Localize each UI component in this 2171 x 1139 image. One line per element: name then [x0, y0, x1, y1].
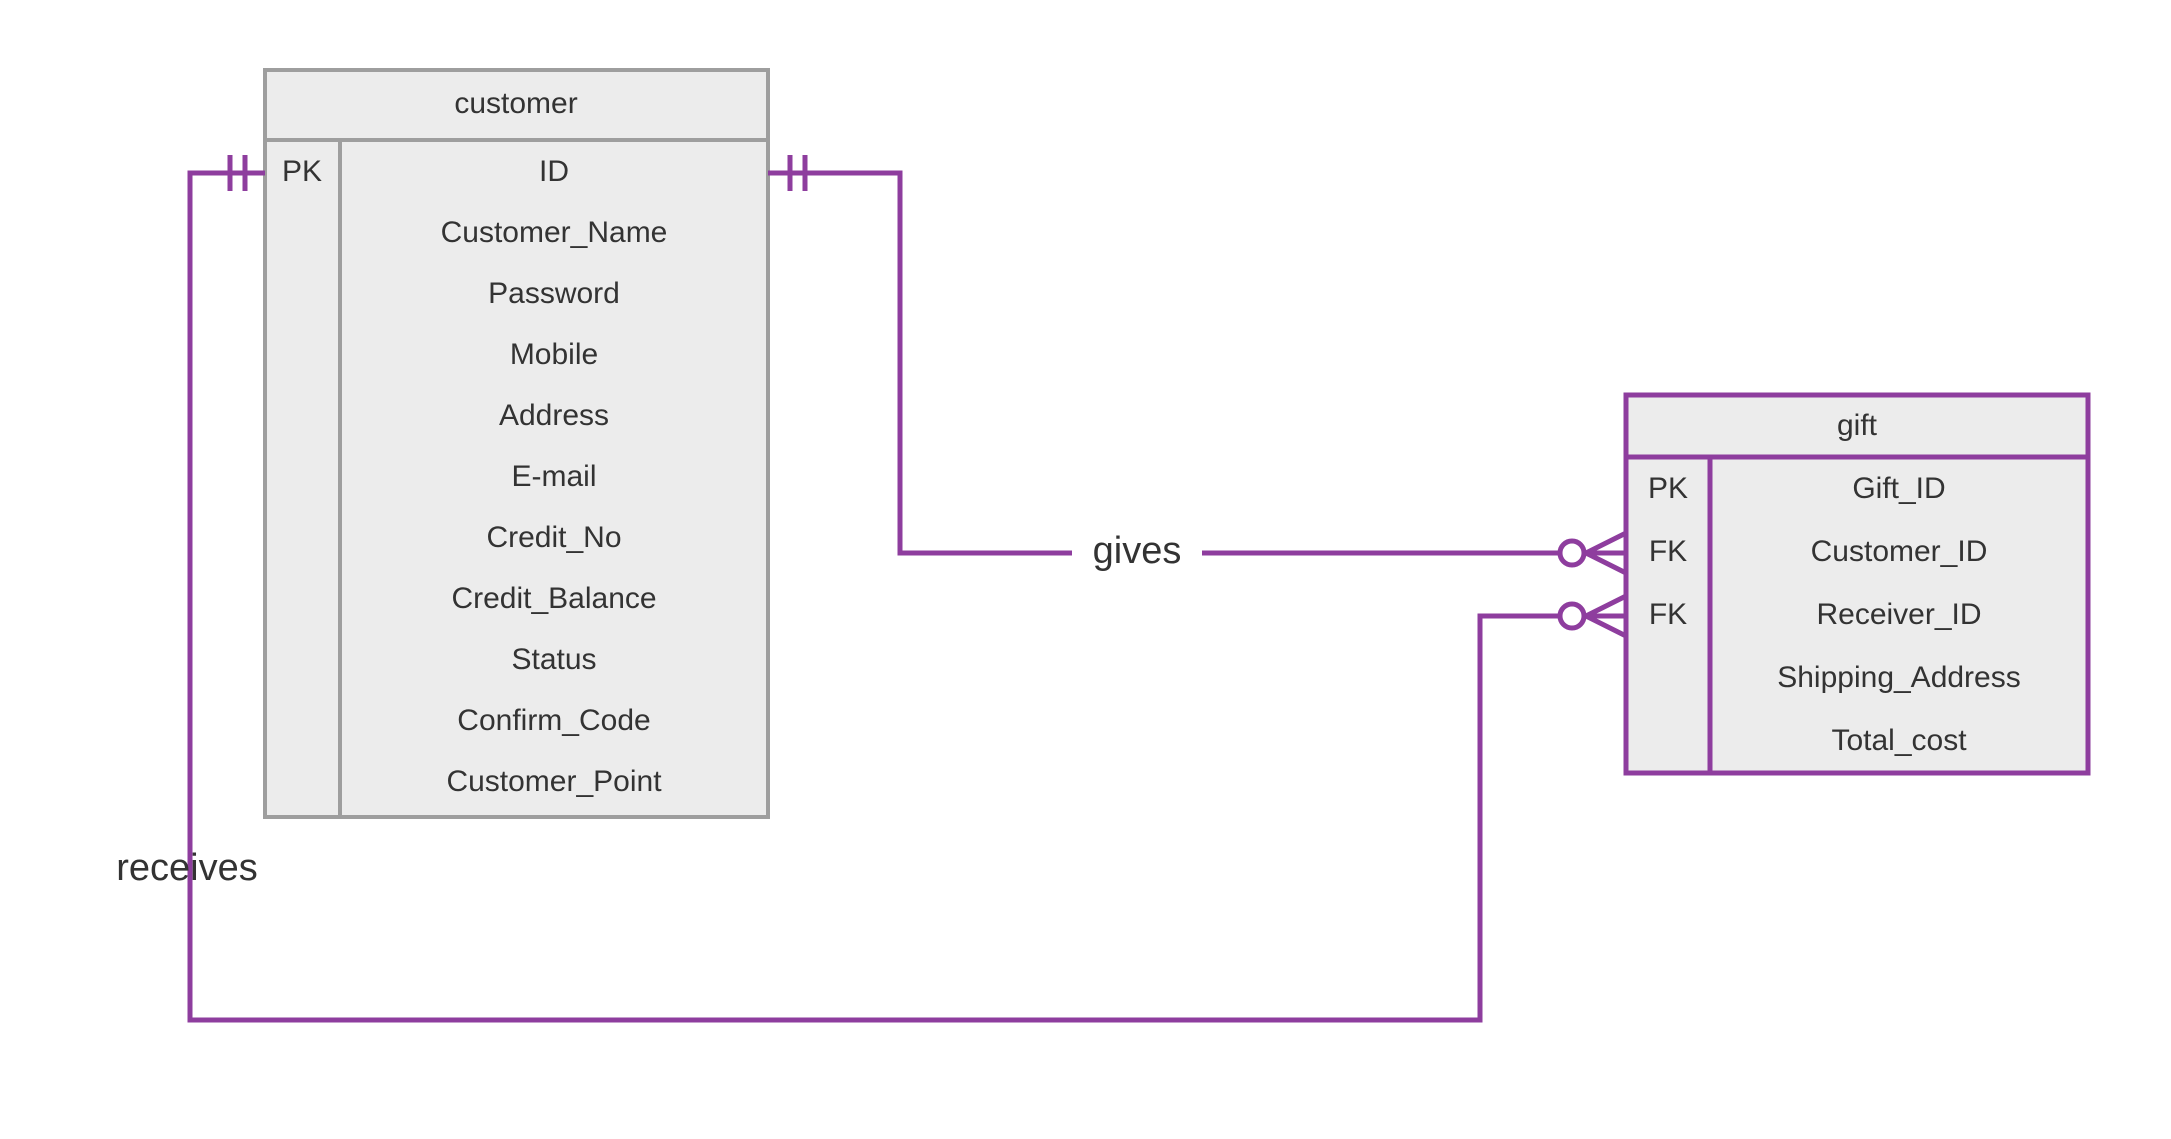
customer-attr-9: Confirm_Code — [457, 704, 650, 737]
customer-attr-5: E-mail — [511, 460, 596, 493]
gift-attr-3: Shipping_Address — [1777, 661, 2021, 694]
entity-gift-title: gift — [1837, 409, 1878, 442]
customer-attr-1: Customer_Name — [441, 216, 668, 249]
crowsfoot-circle-icon — [1560, 541, 1584, 565]
customer-attr-7: Credit_Balance — [451, 582, 656, 615]
customer-attr-0: ID — [539, 155, 569, 188]
relationship-gives: gives — [768, 155, 1626, 580]
gift-attr-1: Customer_ID — [1811, 535, 1988, 568]
customer-attr-10: Customer_Point — [446, 765, 662, 798]
entity-gift: gift PK Gift_ID FK Customer_ID FK Receiv… — [1626, 395, 2088, 773]
customer-attr-2: Password — [488, 277, 620, 310]
customer-attr-4: Address — [499, 399, 609, 432]
customer-key-0: PK — [282, 155, 322, 188]
relationship-gives-label: gives — [1093, 530, 1182, 572]
crowsfoot-circle-icon — [1560, 604, 1584, 628]
gift-key-2: FK — [1649, 598, 1687, 631]
customer-attr-8: Status — [511, 643, 596, 676]
gift-attr-4: Total_cost — [1831, 724, 1967, 757]
gift-key-1: FK — [1649, 535, 1687, 568]
customer-attr-3: Mobile — [510, 338, 598, 371]
entity-customer: customer PK ID Customer_Name Password Mo… — [265, 70, 768, 817]
gift-key-0: PK — [1648, 472, 1688, 505]
erd-diagram: customer PK ID Customer_Name Password Mo… — [0, 0, 2171, 1139]
relationship-receives-label: receives — [116, 847, 258, 889]
customer-attr-6: Credit_No — [486, 521, 621, 554]
gift-attr-2: Receiver_ID — [1816, 598, 1981, 631]
entity-customer-title: customer — [454, 87, 577, 120]
gift-attr-0: Gift_ID — [1852, 472, 1945, 505]
